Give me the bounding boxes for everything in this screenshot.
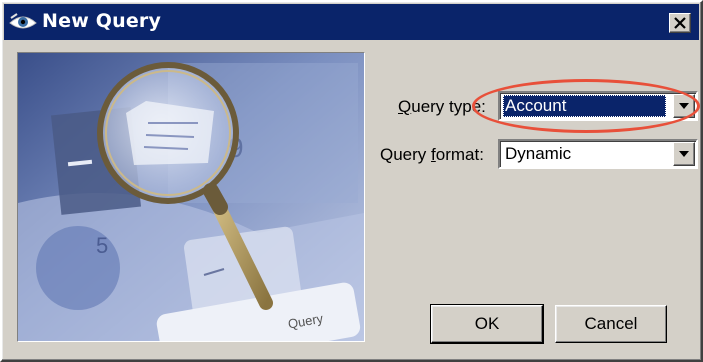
query-illustration: Query 5 9 (17, 52, 365, 342)
query-format-dropdown-button[interactable] (673, 142, 695, 166)
magnifying-glass-illustration: Query 5 9 (18, 53, 364, 341)
query-type-dropdown-button[interactable] (673, 94, 695, 118)
cancel-button[interactable]: Cancel (555, 305, 667, 343)
query-format-value: Dynamic (505, 144, 572, 163)
query-format-select[interactable]: Dynamic (498, 139, 698, 169)
new-query-dialog: New Query Query 5 9 Query type: Account … (0, 0, 703, 362)
close-button[interactable] (669, 13, 691, 33)
chevron-down-icon (679, 151, 689, 157)
chevron-down-icon (679, 103, 689, 109)
faded-digit-five: 5 (96, 233, 108, 258)
window-title: New Query (42, 10, 162, 32)
query-type-select[interactable]: Account (498, 91, 698, 121)
query-type-label: Query type: (398, 97, 486, 116)
close-icon (674, 17, 686, 29)
query-eye-icon (9, 13, 37, 29)
ok-button[interactable]: OK (430, 304, 544, 344)
title-bar[interactable]: New Query (4, 4, 699, 40)
query-format-label: Query format: (380, 145, 484, 164)
query-type-value: Account (503, 95, 666, 117)
